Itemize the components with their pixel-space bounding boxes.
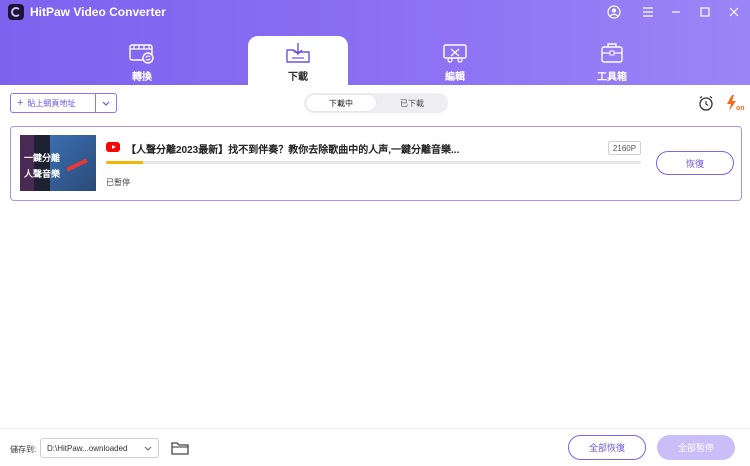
footer-bar: 儲存到: D:\HitPaw...ownloaded 全部恢復 全部暫停 bbox=[0, 428, 750, 466]
segment-downloading[interactable]: 下載中 bbox=[306, 95, 376, 111]
tab-convert[interactable]: 轉換 bbox=[92, 36, 192, 85]
tab-edit[interactable]: 編輯 bbox=[405, 36, 505, 85]
account-icon[interactable] bbox=[605, 3, 623, 21]
download-item[interactable]: 一鍵分離 人聲音樂 【人聲分離2023最新】找不到伴奏？教你去除歌曲中的人声,一… bbox=[10, 126, 742, 201]
thumbnail-text-1: 一鍵分離 bbox=[24, 153, 61, 163]
save-path-value: D:\HitPaw...ownloaded bbox=[47, 443, 128, 453]
tab-edit-label: 編輯 bbox=[445, 72, 465, 83]
paste-url-dropdown[interactable] bbox=[95, 94, 116, 112]
convert-icon bbox=[129, 44, 154, 64]
resume-all-button[interactable]: 全部恢復 bbox=[568, 435, 646, 460]
save-path-select[interactable]: D:\HitPaw...ownloaded bbox=[40, 438, 159, 458]
save-to-label: 儲存到: bbox=[10, 445, 37, 454]
thumbnail-text-2: 人聲音樂 bbox=[24, 169, 61, 179]
plus-icon: + bbox=[17, 96, 24, 109]
download-status: 已暫停 bbox=[106, 178, 130, 187]
schedule-alarm-icon[interactable] bbox=[697, 94, 715, 112]
segment-downloaded[interactable]: 已下載 bbox=[376, 93, 448, 113]
tab-download-label: 下載 bbox=[288, 72, 308, 83]
svg-text:on: on bbox=[736, 105, 745, 112]
open-folder-icon[interactable] bbox=[171, 440, 189, 456]
chevron-down-icon bbox=[144, 446, 152, 451]
title-bar: HitPaw Video Converter 轉換 下載 編輯 工具箱 bbox=[0, 0, 750, 85]
close-icon[interactable] bbox=[725, 3, 743, 21]
tab-toolbox[interactable]: 工具箱 bbox=[562, 36, 662, 85]
minimize-icon[interactable] bbox=[667, 3, 685, 21]
download-toolbar: + 貼上網頁地址 下載中 已下載 on bbox=[0, 85, 750, 120]
maximize-icon[interactable] bbox=[696, 3, 714, 21]
chevron-down-icon bbox=[102, 101, 110, 106]
tab-toolbox-label: 工具箱 bbox=[597, 72, 627, 83]
resume-button[interactable]: 恢復 bbox=[656, 151, 734, 175]
toolbox-icon bbox=[601, 43, 623, 63]
app-title: HitPaw Video Converter bbox=[30, 5, 166, 19]
paste-url-main[interactable]: + 貼上網頁地址 bbox=[11, 94, 95, 112]
paste-url-label: 貼上網頁地址 bbox=[27, 98, 76, 108]
menu-icon[interactable] bbox=[639, 3, 657, 21]
edit-icon bbox=[443, 44, 467, 63]
download-status-toggle: 下載中 已下載 bbox=[304, 93, 448, 113]
video-thumbnail[interactable]: 一鍵分離 人聲音樂 bbox=[20, 135, 96, 191]
resolution-badge: 2160P bbox=[608, 141, 641, 155]
tab-download[interactable]: 下載 bbox=[248, 36, 348, 85]
download-progress-fill bbox=[106, 161, 144, 164]
turbo-on-icon[interactable]: on bbox=[724, 94, 746, 112]
tab-convert-label: 轉換 bbox=[132, 72, 152, 83]
youtube-icon bbox=[106, 142, 120, 152]
download-progress-bar bbox=[106, 161, 641, 164]
paste-url-button[interactable]: + 貼上網頁地址 bbox=[10, 93, 117, 113]
download-icon bbox=[286, 43, 310, 63]
pause-all-button[interactable]: 全部暫停 bbox=[657, 435, 735, 460]
app-logo-icon bbox=[8, 4, 24, 20]
video-title: 【人聲分離2023最新】找不到伴奏？教你去除歌曲中的人声,一鍵分離音樂... bbox=[126, 145, 460, 156]
